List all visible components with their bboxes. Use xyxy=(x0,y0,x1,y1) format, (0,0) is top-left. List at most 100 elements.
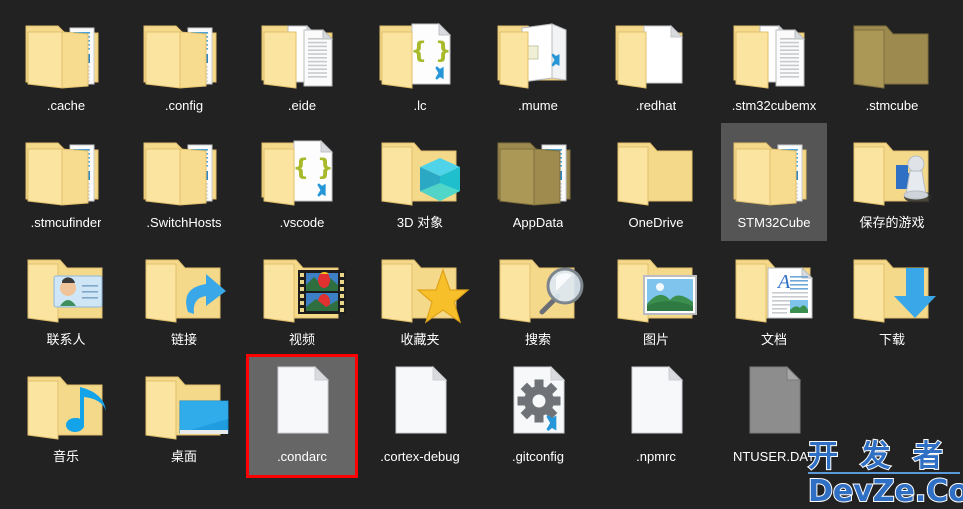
desktop-icon-folder[interactable]: 下载 xyxy=(839,240,945,358)
desktop-icon-folder[interactable]: 搜索 xyxy=(485,240,591,358)
folder-saved-games-icon xyxy=(844,127,940,213)
desktop-icon-folder[interactable]: .eide xyxy=(249,6,355,124)
folder-music-icon xyxy=(18,361,114,447)
desktop-icon-label: STM32Cube xyxy=(737,215,811,230)
desktop-icon-folder[interactable]: .cache xyxy=(13,6,119,124)
folder-search-icon xyxy=(490,244,586,330)
svg-text:{ }: { } xyxy=(293,155,334,181)
gear-file-vscode-icon xyxy=(490,361,586,447)
desktop-icon-folder[interactable]: 联系人 xyxy=(13,240,119,358)
folder-desktop-icon xyxy=(136,361,232,447)
folder-links-icon xyxy=(136,244,232,330)
desktop-icon-label: 音乐 xyxy=(52,449,79,464)
folder-json-vscode-icon: { } xyxy=(372,10,468,96)
folder-json-vscode-icon: { } xyxy=(254,127,350,213)
desktop-icon-label: 下载 xyxy=(878,332,905,347)
desktop-icon-file[interactable]: .gitconfig xyxy=(485,357,591,475)
desktop-icon-folder[interactable]: 3D 对象 xyxy=(367,123,473,241)
desktop-icon-folder[interactable]: .config xyxy=(131,6,237,124)
desktop-icon-label: 链接 xyxy=(170,332,197,347)
desktop-icon-file[interactable]: .npmrc xyxy=(603,357,709,475)
desktop-icon-label: 保存的游戏 xyxy=(859,215,925,230)
desktop-icon-file[interactable]: .cortex-debug xyxy=(367,357,473,475)
desktop-icon-folder[interactable]: 音乐 xyxy=(13,357,119,475)
folder-plain-icon xyxy=(844,10,940,96)
desktop-icon-label: .stmcufinder xyxy=(30,215,102,230)
blank-file-icon xyxy=(254,361,350,447)
grey-file-icon xyxy=(726,361,822,447)
desktop-icon-folder[interactable]: .redhat xyxy=(603,6,709,124)
desktop-icon-folder[interactable]: .stmcube xyxy=(839,6,945,124)
desktop-icon-file[interactable]: NTUSER.DAT xyxy=(721,357,827,475)
desktop-icon-label: .vscode xyxy=(279,215,325,230)
folder-downloads-icon xyxy=(844,244,940,330)
folder-contacts-icon xyxy=(18,244,114,330)
folder-blank-page-icon xyxy=(608,10,704,96)
desktop-icon-folder[interactable]: 链接 xyxy=(131,240,237,358)
folder-pictures-icon xyxy=(608,244,704,330)
folder-3d-cube-icon xyxy=(372,127,468,213)
desktop-icon-folder[interactable]: { } .vscode xyxy=(249,123,355,241)
desktop-icon-folder[interactable]: 保存的游戏 xyxy=(839,123,945,241)
folder-plain-icon xyxy=(608,127,704,213)
desktop-icon-label: .condarc xyxy=(277,449,327,464)
desktop-icon-folder[interactable]: .SwitchHosts xyxy=(131,123,237,241)
desktop-icon-label: 视频 xyxy=(288,332,315,347)
folder-papers-icon xyxy=(254,10,350,96)
desktop-icon-label: .stmcube xyxy=(865,98,919,113)
desktop-icon-folder[interactable]: 桌面 xyxy=(131,357,237,475)
svg-text:{ }: { } xyxy=(411,38,452,64)
watermark-line-cn: 开 发 者 xyxy=(807,439,949,475)
desktop-icon-label: 文档 xyxy=(760,332,787,347)
desktop-icon-grid: .cache .config .eide { } .lc .mume .redh… xyxy=(0,0,963,509)
desktop-icon-label: .eide xyxy=(287,98,317,113)
desktop-icon-folder[interactable]: .stm32cubemx xyxy=(721,6,827,124)
folder-documents-icon xyxy=(18,10,114,96)
desktop-icon-label: AppData xyxy=(512,215,564,230)
folder-videos-icon xyxy=(254,244,350,330)
desktop-icon-folder[interactable]: 视频 xyxy=(249,240,355,358)
folder-papers-icon xyxy=(726,10,822,96)
desktop-icon-label: .redhat xyxy=(635,98,677,113)
desktop-icon-label: .mume xyxy=(518,98,558,113)
svg-text:A: A xyxy=(776,271,791,293)
blank-file-icon xyxy=(372,361,468,447)
desktop-icon-folder[interactable]: STM32Cube xyxy=(721,123,827,241)
watermark-line-en: DevZe.CoM xyxy=(807,474,963,509)
desktop-icon-folder[interactable]: OneDrive xyxy=(603,123,709,241)
desktop-icon-label: .lc xyxy=(413,98,427,113)
folder-documents-icon xyxy=(136,127,232,213)
desktop-icon-label: NTUSER.DAT xyxy=(732,449,816,464)
desktop-icon-folder[interactable]: .mume xyxy=(485,6,591,124)
desktop-icon-label: 桌面 xyxy=(170,449,197,464)
watermark-divider xyxy=(808,472,960,474)
folder-documents-icon xyxy=(490,127,586,213)
desktop-icon-folder[interactable]: .stmcufinder xyxy=(13,123,119,241)
desktop-icon-folder[interactable]: AppData xyxy=(485,123,591,241)
folder-open-vscode-icon xyxy=(490,10,586,96)
desktop-icon-label: .config xyxy=(164,98,204,113)
site-watermark: 开 发 者 DevZe.CoM xyxy=(807,439,963,509)
desktop-icon-folder[interactable]: A 文档 xyxy=(721,240,827,358)
desktop-icon-label: .cortex-debug xyxy=(380,449,460,464)
folder-documents-icon xyxy=(18,127,114,213)
desktop-icon-label: 图片 xyxy=(642,332,669,347)
desktop-icon-label: OneDrive xyxy=(628,215,684,230)
desktop-icon-label: 搜索 xyxy=(524,332,551,347)
desktop-icon-label: .gitconfig xyxy=(511,449,565,464)
desktop-icon-folder[interactable]: 收藏夹 xyxy=(367,240,473,358)
folder-favorites-icon xyxy=(372,244,470,330)
folder-documents-icon xyxy=(136,10,232,96)
desktop-icon-label: .stm32cubemx xyxy=(731,98,817,113)
blank-file-icon xyxy=(608,361,704,447)
desktop-icon-folder[interactable]: 图片 xyxy=(603,240,709,358)
desktop-icon-label: 联系人 xyxy=(46,332,86,347)
desktop-icon-folder[interactable]: { } .lc xyxy=(367,6,473,124)
folder-documents-icon xyxy=(726,127,822,213)
desktop-icon-label: 3D 对象 xyxy=(396,215,444,230)
folder-documents-doc-icon: A xyxy=(726,244,822,330)
desktop-icon-file[interactable]: .condarc xyxy=(246,354,358,478)
desktop-icon-label: 收藏夹 xyxy=(400,332,440,347)
desktop-icon-label: .npmrc xyxy=(636,449,676,464)
desktop-icon-label: .SwitchHosts xyxy=(146,215,222,230)
